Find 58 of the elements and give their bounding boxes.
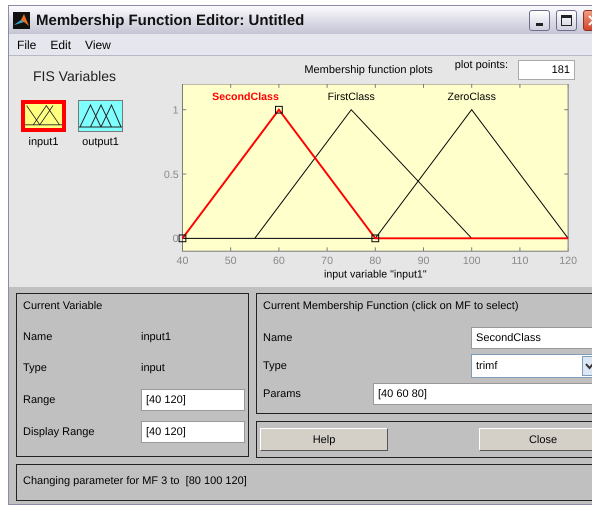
field-label: Name <box>263 332 294 344</box>
y-tick-label: 0.5 <box>164 168 179 181</box>
field-label: Name <box>23 331 54 343</box>
mf-curve[interactable] <box>374 108 569 239</box>
field-label: Params <box>263 388 302 400</box>
minimize-icon <box>536 22 543 26</box>
x-tick-label: 80 <box>369 254 382 267</box>
field-label: Range <box>23 394 56 406</box>
window-title: Membership Function Editor: Untitled <box>36 12 306 28</box>
variable-name: input1 <box>141 331 172 343</box>
vertex-handle[interactable] <box>178 234 186 242</box>
mf-curve[interactable] <box>182 108 568 240</box>
params-field[interactable]: [40 60 80] <box>373 383 592 405</box>
minimize-button[interactable] <box>529 10 550 30</box>
x-tick-label: 70 <box>321 254 333 267</box>
app-logo-icon <box>13 12 30 28</box>
panel-title: Current Membership Function (click on MF to select) <box>263 300 520 312</box>
variable-type: input <box>141 362 166 374</box>
output-variable-icon[interactable] <box>78 100 123 132</box>
mf-name-field[interactable]: SecondClass <box>471 327 592 349</box>
field-label: Type <box>23 362 48 374</box>
y-tick-label: 1 <box>172 104 179 117</box>
maximize-button[interactable] <box>556 10 577 30</box>
panel-title: Current Variable <box>23 300 104 312</box>
range-field[interactable]: [40 120] <box>141 389 245 411</box>
x-tick-label: 120 <box>559 254 577 267</box>
x-tick-label: 40 <box>176 254 188 267</box>
menu-item[interactable]: Edit <box>44 36 78 54</box>
vertex-handle[interactable] <box>275 106 283 114</box>
plot-points-field[interactable]: 181 <box>518 60 575 80</box>
y-tick-label: 0 <box>172 233 179 246</box>
section-title: FIS Variables <box>33 68 117 84</box>
field-label: Display Range <box>23 426 96 438</box>
menu-item[interactable]: View <box>79 36 117 54</box>
plot-title: Membership function plots <box>304 64 433 76</box>
x-tick-label: 90 <box>418 254 430 267</box>
field-label: Type <box>263 360 288 372</box>
mf-label: FirstClass <box>328 91 375 104</box>
input-variable-icon[interactable] <box>21 100 66 132</box>
mf-label: ZeroClass <box>448 91 496 104</box>
dialog-button[interactable]: Close <box>479 428 592 451</box>
menu-item[interactable]: File <box>11 36 42 54</box>
x-tick-label: 50 <box>224 254 237 267</box>
x-axis-label: input variable "input1" <box>324 268 427 280</box>
maximize-icon <box>561 14 572 26</box>
x-tick-label: 60 <box>272 254 285 267</box>
dialog-button[interactable]: Help <box>260 428 388 451</box>
variable-label: output1 <box>82 136 119 148</box>
vertex-handle[interactable] <box>371 234 380 242</box>
mf-type-dropdown[interactable]: trimf <box>471 354 592 378</box>
mf-curve[interactable] <box>254 109 472 239</box>
x-tick-label: 110 <box>511 254 528 267</box>
mf-label: SecondClass <box>212 91 279 104</box>
field-label: plot points: <box>454 59 508 71</box>
variable-label: input1 <box>28 136 58 148</box>
x-tick-label: 100 <box>462 254 481 267</box>
status-text: Changing parameter for MF 3 to [80 100 120] <box>23 475 247 487</box>
display-range-field[interactable]: [40 120] <box>141 421 245 443</box>
